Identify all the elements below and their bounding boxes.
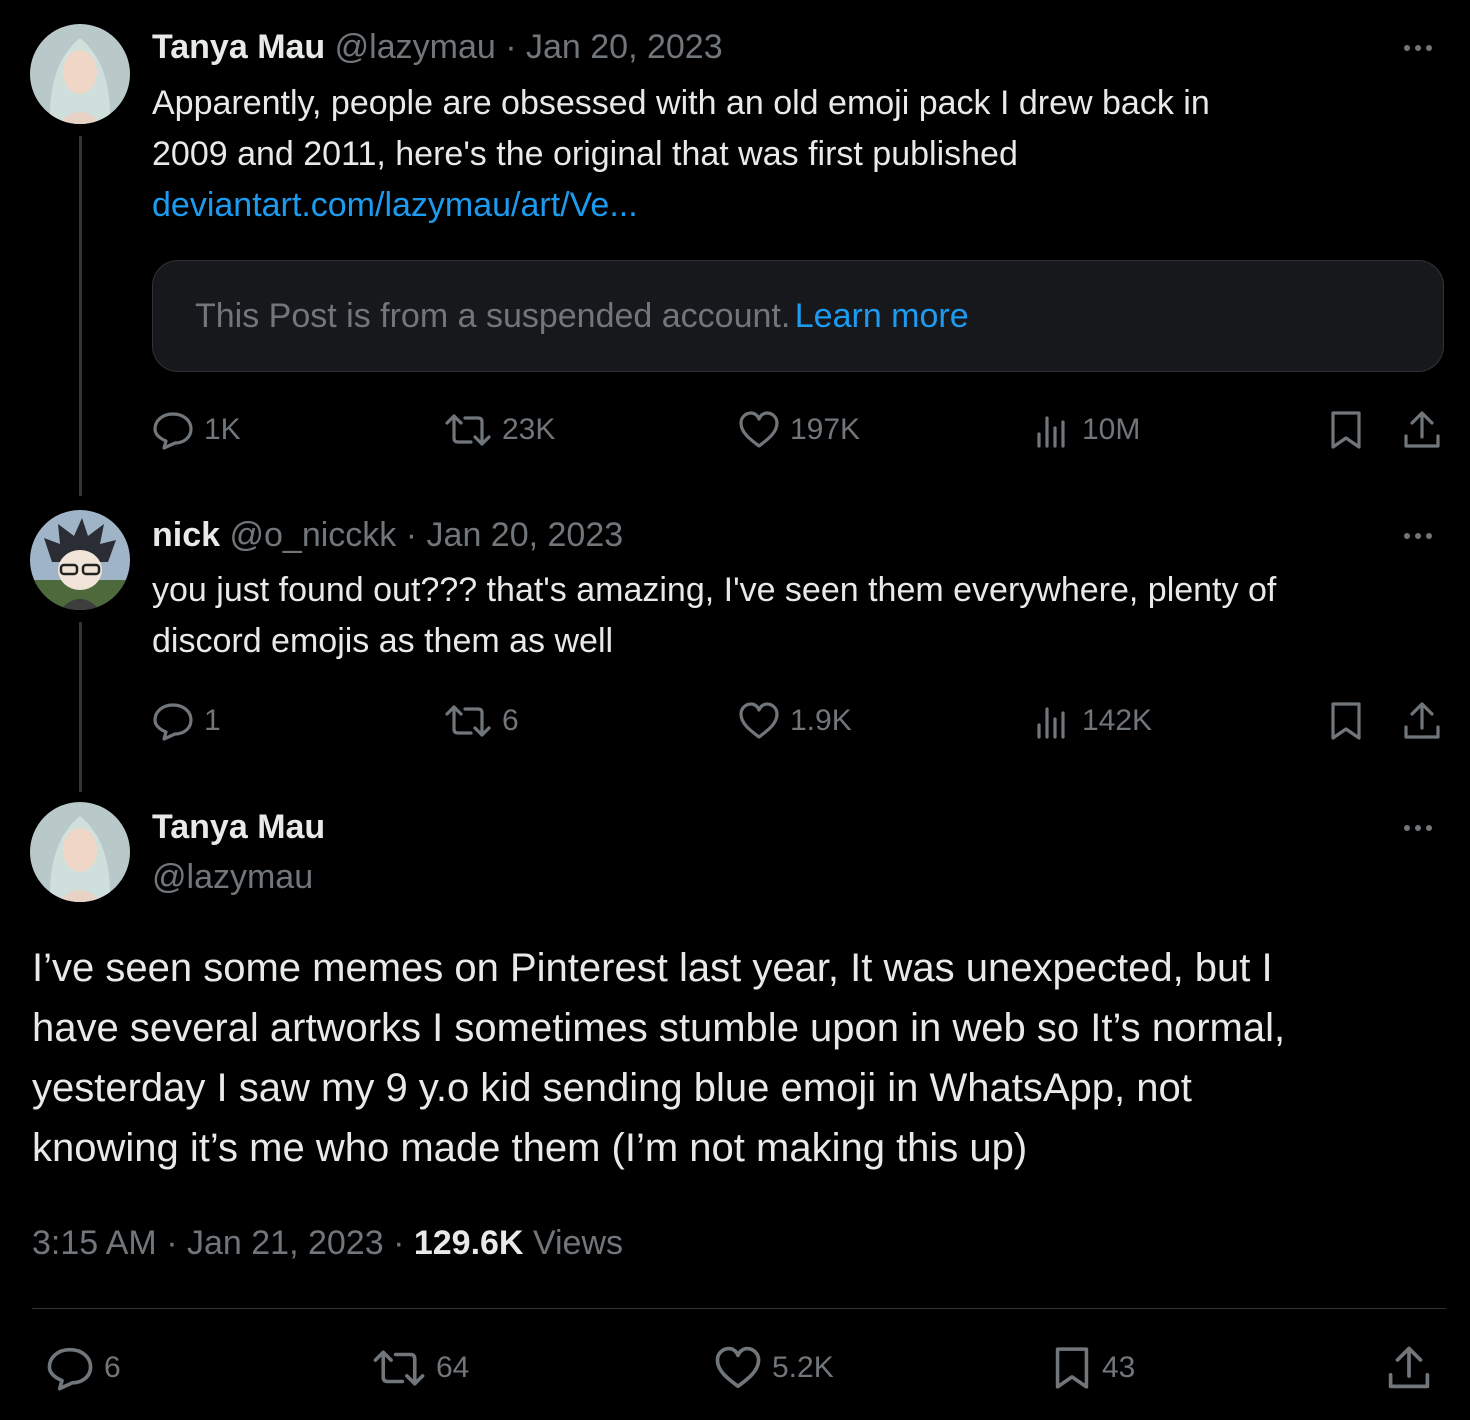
repost-button[interactable]: 6 [444, 701, 519, 741]
bookmark-count: 43 [1102, 1351, 1136, 1384]
reply-count: 1K [204, 413, 241, 446]
views-count: 10M [1082, 413, 1141, 446]
repost-count: 6 [502, 704, 519, 737]
views-count: 129.6K [413, 1224, 524, 1262]
author-handle[interactable]: @o_nicckk [230, 516, 397, 554]
reply-button[interactable]: 6 [46, 1345, 121, 1391]
reply-icon [47, 1347, 93, 1391]
views-label: Views [532, 1224, 624, 1262]
post-text-line: yesterday I saw my 9 y.o kid sending blu… [32, 1066, 1192, 1110]
like-button[interactable]: 1.9K [738, 701, 852, 741]
more-icon[interactable] [1404, 825, 1432, 831]
like-button[interactable]: 197K [738, 410, 860, 450]
views-icon [1037, 707, 1065, 739]
thread-line [79, 136, 82, 496]
views-icon [1037, 416, 1065, 448]
like-icon [715, 1346, 761, 1389]
post-text: I’ve seen some memes on Pinterest last y… [32, 938, 1285, 1178]
bookmark-icon [1331, 411, 1361, 449]
bookmark-icon [1055, 1347, 1089, 1389]
post-date[interactable]: Jan 20, 2023 [427, 516, 624, 554]
share-icon [1404, 411, 1440, 448]
more-icon[interactable] [1404, 533, 1432, 539]
post-header: Tanya Mau @lazymau · Jan 20, 2023 [152, 22, 723, 73]
learn-more-link[interactable]: Learn more [795, 297, 969, 335]
separator: · [393, 1224, 405, 1262]
views-button[interactable]: 10M [1034, 410, 1140, 450]
post-text: you just found out??? that's amazing, I'… [152, 565, 1276, 667]
author-name[interactable]: nick [152, 516, 220, 554]
post-link[interactable]: deviantart.com/lazymau/art/Ve... [152, 180, 1210, 231]
like-count: 197K [790, 413, 861, 446]
like-count: 1.9K [790, 704, 852, 737]
repost-icon [373, 1350, 425, 1386]
bookmark-button[interactable] [1328, 410, 1364, 450]
post-text: Apparently, people are obsessed with an … [152, 78, 1210, 231]
divider [32, 1308, 1446, 1309]
repost-icon [445, 705, 491, 737]
post-date[interactable]: Jan 21, 2023 [187, 1224, 384, 1262]
post-text-line: you just found out??? that's amazing, I'… [152, 571, 1277, 609]
thread-line [79, 622, 82, 792]
author-handle[interactable]: @lazymau [152, 852, 313, 903]
reply-count: 6 [104, 1351, 121, 1384]
reply-button[interactable]: 1 [152, 701, 221, 741]
reply-button[interactable]: 1K [152, 410, 241, 450]
like-button[interactable]: 5.2K [714, 1345, 834, 1391]
like-count: 5.2K [772, 1351, 834, 1384]
post-text-line: I’ve seen some memes on Pinterest last y… [32, 946, 1273, 990]
bookmark-button[interactable] [1328, 701, 1364, 741]
like-icon [739, 411, 779, 448]
bookmark-button[interactable]: 43 [1052, 1345, 1135, 1391]
views-count: 142K [1082, 704, 1153, 737]
share-button[interactable] [1402, 701, 1442, 741]
views-button[interactable]: 142K [1034, 701, 1152, 741]
share-button[interactable] [1386, 1345, 1432, 1391]
repost-count: 64 [436, 1351, 470, 1384]
suspended-notice: This Post is from a suspended account. L… [152, 260, 1444, 372]
post-text-line: 2009 and 2011, here's the original that … [152, 135, 1018, 173]
notice-text: This Post is from a suspended account. [195, 297, 791, 335]
separator: · [166, 1224, 178, 1262]
author-name[interactable]: Tanya Mau [152, 802, 325, 853]
post-text-line: have several artworks I sometimes stumbl… [32, 1006, 1286, 1050]
more-icon[interactable] [1404, 45, 1432, 51]
bookmark-icon [1331, 702, 1361, 740]
repost-button[interactable]: 23K [444, 410, 555, 450]
repost-count: 23K [502, 413, 556, 446]
share-icon [1388, 1346, 1430, 1389]
share-button[interactable] [1402, 410, 1442, 450]
post-date[interactable]: Jan 20, 2023 [526, 28, 723, 66]
like-icon [739, 702, 779, 739]
avatar[interactable] [30, 510, 130, 610]
author-handle[interactable]: @lazymau [335, 28, 496, 66]
post-text-line: discord emojis as them as well [152, 622, 614, 660]
post-time[interactable]: 3:15 AM [32, 1224, 157, 1262]
share-icon [1404, 702, 1440, 739]
separator: · [405, 516, 418, 554]
author-name[interactable]: Tanya Mau [152, 28, 325, 66]
repost-button[interactable]: 64 [372, 1345, 469, 1391]
post-text-line: Apparently, people are obsessed with an … [152, 84, 1210, 122]
repost-icon [445, 414, 491, 446]
avatar[interactable] [30, 24, 130, 124]
post-meta: 3:15 AM · Jan 21, 2023 · 129.6K Views [32, 1218, 623, 1269]
avatar[interactable] [30, 802, 130, 902]
post-header: nick @o_nicckk · Jan 20, 2023 [152, 510, 623, 561]
post-text-line: knowing it’s me who made them (I’m not m… [32, 1126, 1028, 1170]
separator: · [505, 28, 517, 66]
reply-icon [153, 703, 193, 741]
reply-icon [153, 412, 193, 450]
reply-count: 1 [204, 704, 221, 737]
